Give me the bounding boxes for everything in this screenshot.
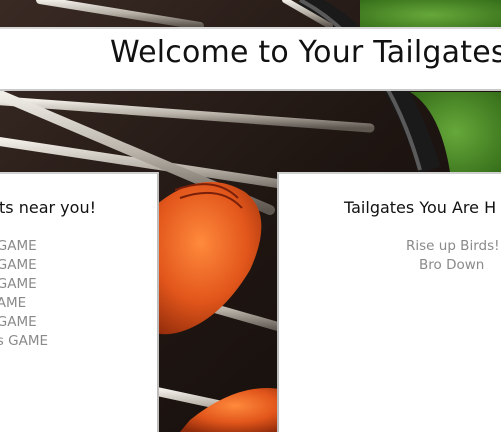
near-panel-heading: ts near you! bbox=[0, 198, 96, 217]
list-item[interactable]: Rise up Birds! bbox=[279, 237, 501, 256]
list-item[interactable]: s GAME bbox=[0, 332, 48, 351]
header-banner: Welcome to Your Tailgates bbox=[0, 27, 501, 91]
tailgates-hosting-panel: Tailgates You Are H Rise up Birds! Bro D… bbox=[277, 172, 501, 432]
hosting-tailgates-list: Rise up Birds! Bro Down bbox=[279, 237, 501, 275]
hosting-panel-heading: Tailgates You Are H bbox=[344, 198, 497, 217]
page-title: Welcome to Your Tailgates bbox=[110, 35, 501, 70]
app-root: Welcome to Your Tailgates ts near you! G… bbox=[0, 0, 501, 432]
list-item[interactable]: Bro Down bbox=[279, 256, 501, 275]
list-item[interactable]: GAME bbox=[0, 256, 48, 275]
list-item[interactable]: GAME bbox=[0, 313, 48, 332]
list-item[interactable]: GAME bbox=[0, 275, 48, 294]
list-item[interactable]: GAME bbox=[0, 237, 48, 256]
tailgates-near-you-panel: ts near you! GAME GAME GAME AME GAME s G… bbox=[0, 172, 159, 432]
near-tailgates-list: GAME GAME GAME AME GAME s GAME bbox=[0, 237, 48, 351]
list-item[interactable]: AME bbox=[0, 294, 48, 313]
